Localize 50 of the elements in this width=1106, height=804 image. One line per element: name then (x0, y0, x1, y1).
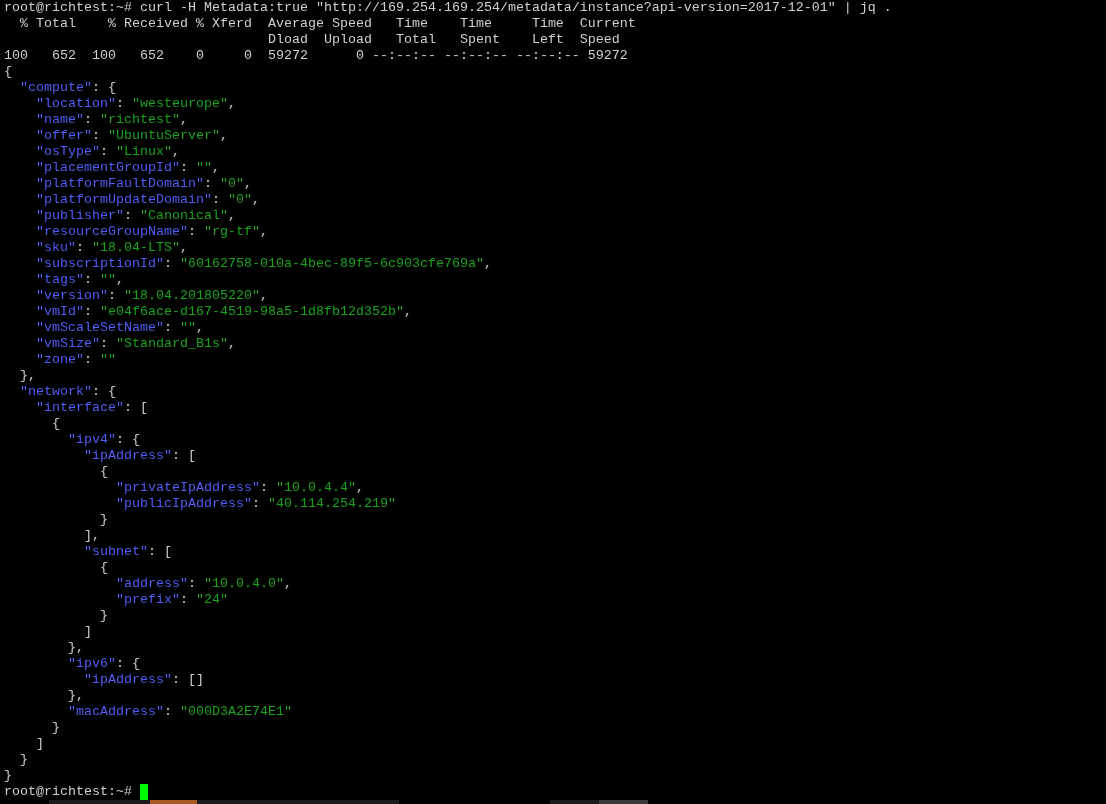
terminal-line: root@richtest:~# (4, 784, 133, 800)
terminal-line: } (4, 768, 12, 784)
terminal-line: "privateIpAddress": "10.0.4.4", (114, 480, 364, 496)
terminal-line: { (4, 64, 12, 80)
terminal-line: "offer": "UbuntuServer", (35, 128, 228, 144)
terminal-line: "platformUpdateDomain": "0", (35, 192, 260, 208)
terminal-line: root@richtest:~# curl -H Metadata:true "http://169.254.169.254/metadata/instance?api-version=2017-12-01" | jq . (4, 0, 892, 16)
terminal-line: "sku": "18.04-LTS", (35, 240, 188, 256)
terminal-line: ] (35, 736, 44, 752)
terminal-line: ] (82, 624, 92, 640)
terminal-line: Dload Upload Total Spent Left Speed (266, 32, 620, 48)
terminal-line: "subnet": [ (82, 544, 172, 560)
terminal-line: { (98, 464, 108, 480)
terminal-line: "network": { (19, 384, 116, 400)
terminal-line: "placementGroupId": "", (35, 160, 220, 176)
terminal-line: "prefix": "24" (114, 592, 228, 608)
terminal-line: "interface": [ (35, 400, 148, 416)
terminal-line: "vmId": "e04f6ace-d167-4519-98a5-1d8fb12d352b", (35, 304, 412, 320)
terminal-line: "vmScaleSetName": "", (35, 320, 204, 336)
terminal-line: ], (82, 528, 100, 544)
terminal-line: "resourceGroupName": "rg-tf", (35, 224, 268, 240)
terminal-line: "ipv4": { (67, 432, 140, 448)
terminal-line: } (19, 752, 28, 768)
terminal-line: "platformFaultDomain": "0", (35, 176, 252, 192)
terminal-line: "version": "18.04.201805220", (35, 288, 268, 304)
terminal-line: "subscriptionId": "60162758-010a-4bec-89f5-6c903cfe769a", (35, 256, 492, 272)
terminal-line: 100 652 100 652 0 0 59272 0 --:--:-- --:--:-- --:--:-- 59272 (4, 48, 628, 64)
terminal-line: "ipv6": { (67, 656, 140, 672)
terminal-line: } (98, 608, 108, 624)
terminal-line: "address": "10.0.4.0", (114, 576, 292, 592)
terminal-line: } (98, 512, 108, 528)
terminal-line: }, (67, 688, 84, 704)
terminal-line: "compute": { (19, 80, 116, 96)
terminal-line: "vmSize": "Standard_B1s", (35, 336, 236, 352)
terminal-line: "publisher": "Canonical", (35, 208, 236, 224)
terminal-line: { (98, 560, 108, 576)
terminal-line: }, (67, 640, 84, 656)
terminal-line: % Total % Received % Xferd Average Speed Time Time Time Current (19, 16, 636, 32)
terminal-line: "publicIpAddress": "40.114.254.219" (114, 496, 396, 512)
terminal-line: }, (19, 368, 36, 384)
terminal-line: "ipAddress": [] (82, 672, 204, 688)
terminal-line: "location": "westeurope", (35, 96, 236, 112)
terminal-line: "zone": "" (35, 352, 116, 368)
terminal-line: "macAddress": "000D3A2E74E1" (67, 704, 292, 720)
terminal-line: } (51, 720, 60, 736)
terminal-line: "osType": "Linux", (35, 144, 180, 160)
terminal-line: "ipAddress": [ (82, 448, 196, 464)
terminal-line: "tags": "", (35, 272, 124, 288)
terminal-line: { (51, 416, 60, 432)
terminal-line: "name": "richtest", (35, 112, 188, 128)
